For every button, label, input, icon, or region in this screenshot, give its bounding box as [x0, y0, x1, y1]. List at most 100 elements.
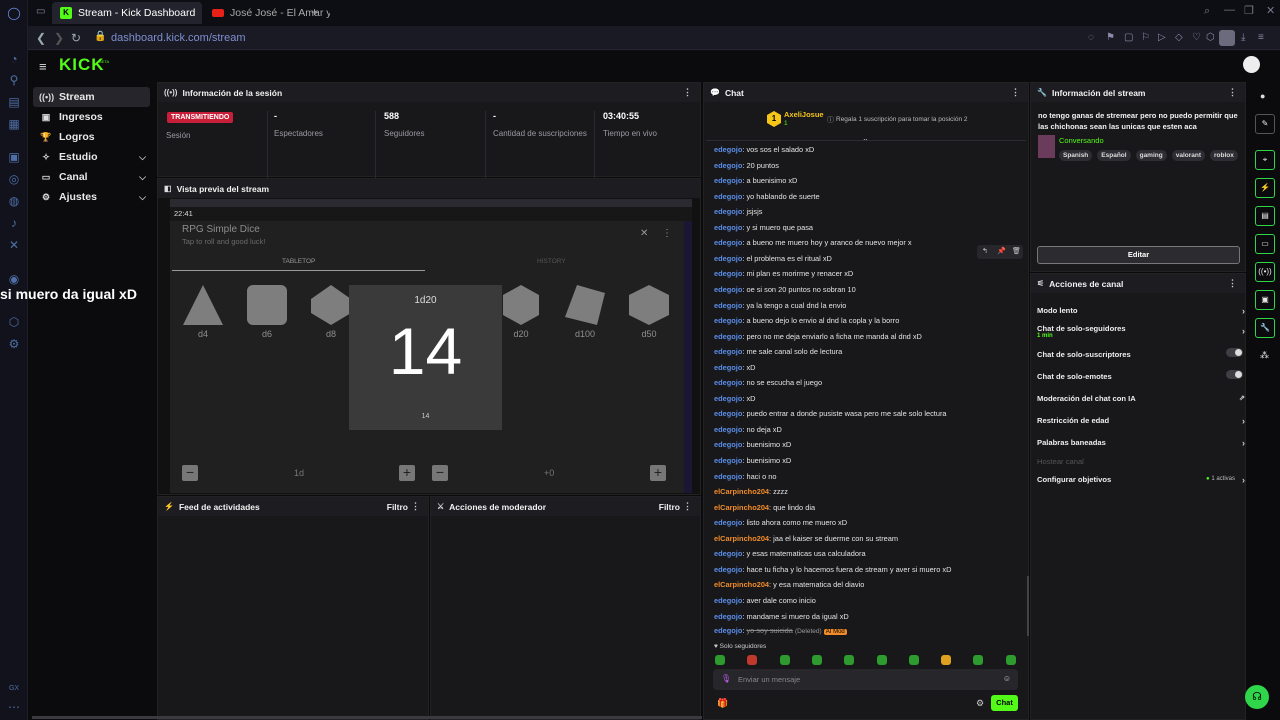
- chat-username[interactable]: edegojo: [714, 223, 742, 232]
- chat-username[interactable]: edegojo: [714, 394, 742, 403]
- vpn-icon[interactable]: ◌: [1088, 32, 1094, 43]
- decrement-modifier-button[interactable]: −: [432, 465, 448, 481]
- host-channel-row[interactable]: Hostear canal: [1037, 457, 1245, 466]
- age-restriction-row[interactable]: Restricción de edad ›: [1037, 416, 1245, 426]
- gift-icon[interactable]: 🎁: [717, 698, 728, 709]
- chat-username[interactable]: edegojo: [714, 145, 742, 154]
- chat-username[interactable]: edegojo: [714, 472, 742, 481]
- close-icon[interactable]: ✕: [640, 228, 648, 239]
- chat-username[interactable]: edegojo: [714, 596, 742, 605]
- x-twitter-icon[interactable]: ✕: [7, 238, 21, 252]
- sidebar-item-ajustes[interactable]: ⚙ Ajustes ⌵: [33, 187, 150, 207]
- emote-icon[interactable]: [973, 655, 984, 665]
- profile-avatar[interactable]: [1219, 30, 1235, 46]
- kebab-menu-icon[interactable]: ⋮: [411, 501, 420, 512]
- search-tabs-icon[interactable]: ⌕: [1204, 5, 1210, 18]
- chat-username[interactable]: edegojo: [714, 332, 742, 341]
- chat-username[interactable]: edegojo: [714, 378, 742, 387]
- chat-username[interactable]: elCarpincho204: [714, 534, 769, 543]
- delete-message-icon[interactable]: 🗑: [1012, 247, 1021, 255]
- tag-pill[interactable]: Spanish: [1059, 150, 1093, 161]
- emote-icon[interactable]: [715, 655, 725, 665]
- emoji-picker-icon[interactable]: ☺: [1003, 674, 1011, 683]
- tiktok-icon[interactable]: ♪: [7, 216, 21, 230]
- tools-button[interactable]: 🔧: [1255, 318, 1275, 338]
- news-icon[interactable]: ▤: [7, 95, 21, 109]
- download-icon[interactable]: ⤓: [1241, 32, 1245, 43]
- opera-logo-icon[interactable]: ◯: [7, 6, 21, 20]
- subs-only-toggle[interactable]: [1226, 348, 1243, 357]
- chat-username[interactable]: edegojo: [714, 207, 742, 216]
- extensions-puzzle-icon[interactable]: ⬡: [1206, 32, 1215, 43]
- sidebar-item-estudio[interactable]: ✧ Estudio ⌵: [33, 147, 150, 167]
- chat-username[interactable]: edegojo: [714, 285, 742, 294]
- die-d8[interactable]: d8: [308, 285, 354, 339]
- broadcast-button[interactable]: ((•)): [1255, 262, 1275, 282]
- heart-icon[interactable]: ♡: [1192, 32, 1201, 43]
- die-d4[interactable]: d4: [180, 285, 226, 339]
- emote-icon[interactable]: [811, 655, 822, 665]
- emote-icon[interactable]: [844, 655, 855, 665]
- chat-username[interactable]: edegojo: [714, 176, 742, 185]
- tag-pill[interactable]: gaming: [1135, 150, 1167, 161]
- chat-username[interactable]: edegojo: [714, 440, 742, 449]
- tag-pill[interactable]: Español: [1097, 150, 1131, 161]
- help-chat-button[interactable]: ☊: [1245, 685, 1269, 709]
- tab-tabletop[interactable]: TABLETOP: [282, 258, 315, 265]
- user-avatar[interactable]: [1243, 56, 1260, 73]
- tab-kick-dashboard[interactable]: K Stream - Kick Dashboard: [52, 2, 202, 24]
- die-d20[interactable]: d20: [498, 285, 544, 339]
- sidebar-item-ingresos[interactable]: ▣ Ingresos: [33, 107, 150, 127]
- increment-modifier-button[interactable]: +: [650, 465, 666, 481]
- subs-chat-row[interactable]: Chat de solo-suscriptores: [1037, 348, 1245, 359]
- url-field[interactable]: dashboard.kick.com/stream: [111, 32, 246, 44]
- clip-button[interactable]: ▣: [1255, 290, 1275, 310]
- die-d50[interactable]: d50: [626, 285, 672, 339]
- pin-icon[interactable]: ⚑: [1106, 32, 1115, 43]
- emote-icon[interactable]: [941, 655, 952, 665]
- extensions-icon[interactable]: ⬡: [7, 315, 21, 329]
- stream-preview-video[interactable]: 22:41 RPG Simple Dice Tap to roll and go…: [170, 199, 692, 493]
- emote-icon[interactable]: [908, 655, 919, 665]
- bookmark-icon[interactable]: ⚐: [1141, 32, 1150, 43]
- banned-words-row[interactable]: Palabras baneadas ›: [1037, 438, 1245, 448]
- tab-history[interactable]: HISTORY: [537, 258, 566, 265]
- play-icon[interactable]: ▷: [1158, 32, 1166, 43]
- chat-username[interactable]: edegojo: [714, 238, 742, 247]
- chat-input[interactable]: 🎙 Enviar un mensaje ☺: [713, 669, 1018, 690]
- kebab-menu-icon[interactable]: ⋮: [683, 501, 692, 512]
- collapse-leaderboard-icon[interactable]: ⌄: [862, 134, 869, 143]
- emotes-chat-row[interactable]: Chat de solo-emotes: [1037, 370, 1245, 381]
- raid-button[interactable]: ⌖: [1255, 150, 1275, 170]
- sidebar-item-logros[interactable]: 🏆 Logros: [33, 127, 150, 147]
- chat-username[interactable]: edegojo: [714, 549, 742, 558]
- chat-username[interactable]: edegojo: [714, 518, 742, 527]
- chat-username[interactable]: edegojo: [714, 612, 742, 621]
- die-d100[interactable]: d100: [562, 285, 608, 339]
- ai-moderation-row[interactable]: Moderación del chat con IA ⇗: [1037, 394, 1245, 403]
- bolt-button[interactable]: ⚡: [1255, 178, 1275, 198]
- chat-username[interactable]: edegojo: [714, 409, 742, 418]
- kebab-menu-icon[interactable]: ⋮: [662, 228, 672, 239]
- chat-username[interactable]: edegojo: [714, 456, 742, 465]
- kebab-menu-icon[interactable]: ⋮: [1228, 278, 1237, 289]
- kebab-menu-icon[interactable]: ⋮: [1228, 87, 1237, 98]
- gx-corner-icon[interactable]: ▦: [7, 117, 21, 131]
- chat-username[interactable]: edegojo: [714, 269, 742, 278]
- emote-icon[interactable]: [1005, 655, 1016, 665]
- increment-dice-button[interactable]: +: [399, 465, 415, 481]
- speed-dial-icon[interactable]: ◔: [7, 52, 21, 66]
- filter-button[interactable]: Filtro: [659, 502, 680, 512]
- settings-icon[interactable]: ⚙: [7, 337, 21, 351]
- kick-logo[interactable]: KICK: [59, 55, 105, 75]
- whatsapp-icon[interactable]: ◎: [7, 172, 21, 186]
- forward-icon[interactable]: ❯: [54, 31, 64, 45]
- decrement-dice-button[interactable]: −: [182, 465, 198, 481]
- pin-message-icon[interactable]: 📌: [997, 247, 1006, 255]
- chat-username[interactable]: elCarpincho204: [714, 503, 769, 512]
- workspaces-icon[interactable]: ▭: [36, 6, 45, 17]
- reload-icon[interactable]: ↻: [71, 31, 81, 45]
- tag-pill[interactable]: valorant: [1171, 150, 1206, 161]
- chat-username[interactable]: edegojo: [714, 301, 742, 310]
- chat-username[interactable]: edegojo: [714, 254, 742, 263]
